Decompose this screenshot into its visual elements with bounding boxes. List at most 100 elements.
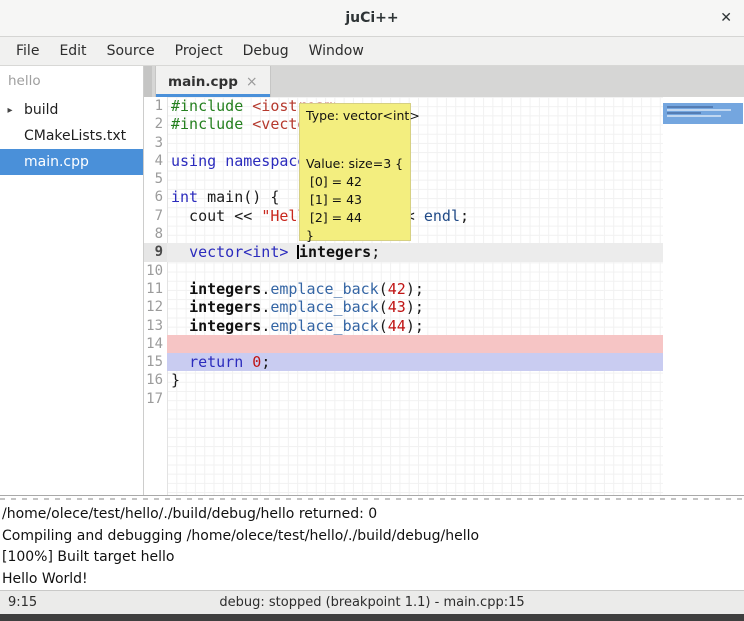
tab-label: main.cpp xyxy=(168,74,238,90)
tooltip-value-line: Value: size=3 { xyxy=(306,155,404,173)
code-token xyxy=(216,152,225,170)
code-line-text: integers.emplace_back(44); xyxy=(167,317,663,335)
tab-close-icon[interactable]: × xyxy=(246,74,258,90)
code-token: integers xyxy=(189,298,261,316)
code-line-text: integers.emplace_back(42); xyxy=(167,280,663,298)
code-token: using xyxy=(171,152,216,170)
expander-icon[interactable]: ▸ xyxy=(2,105,18,116)
line-number[interactable]: 17 xyxy=(144,390,167,408)
app-window: juCi++ ✕ FileEditSourceProjectDebugWindo… xyxy=(0,0,744,621)
code-token: namespace xyxy=(225,152,306,170)
titlebar: juCi++ ✕ xyxy=(0,0,744,37)
code-token: #include xyxy=(171,97,243,115)
main-content: hello ▸build CMakeLists.txt main.cpp main.… xyxy=(0,66,744,495)
code-token xyxy=(243,115,252,133)
line-number[interactable]: 5 xyxy=(144,170,167,188)
menu-item-window[interactable]: Window xyxy=(299,37,374,65)
tabbar: main.cpp × xyxy=(144,66,744,97)
file-tree: ▸build CMakeLists.txt main.cpp xyxy=(0,97,143,175)
code-line[interactable]: 15 return 0; xyxy=(144,353,663,371)
tooltip-value-line: [1] = 43 xyxy=(306,191,404,209)
code-token: main() { xyxy=(198,188,279,206)
line-number[interactable]: 4 xyxy=(144,152,167,170)
tree-item-build[interactable]: ▸build xyxy=(0,97,143,123)
code-line[interactable]: 12 integers.emplace_back(43); xyxy=(144,298,663,316)
project-name: hello xyxy=(0,66,143,95)
terminal-line: /home/olece/test/hello/./build/debug/hel… xyxy=(2,504,742,526)
line-number[interactable]: 12 xyxy=(144,298,167,316)
menu-item-project[interactable]: Project xyxy=(165,37,233,65)
code-token xyxy=(171,353,189,371)
code-token xyxy=(243,353,252,371)
terminal-line: Compiling and debugging /home/olece/test… xyxy=(2,526,742,548)
code-line[interactable]: 17 xyxy=(144,390,663,408)
code-token: ; xyxy=(371,243,380,261)
code-line[interactable]: 13 integers.emplace_back(44); xyxy=(144,317,663,335)
tree-item-label: CMakeLists.txt xyxy=(24,128,126,144)
line-number[interactable]: 16 xyxy=(144,371,167,389)
window-title: juCi++ xyxy=(345,10,398,26)
line-number[interactable]: 14 xyxy=(144,335,167,353)
code-editor[interactable]: 1#include <iostream>2#include <vector>34… xyxy=(144,97,744,495)
line-number[interactable]: 9 xyxy=(144,243,167,261)
line-number[interactable]: 8 xyxy=(144,225,167,243)
code-token: endl xyxy=(424,207,460,225)
menubar: FileEditSourceProjectDebugWindow xyxy=(0,37,744,66)
close-icon[interactable]: ✕ xyxy=(720,0,732,36)
code-token: vector<int> xyxy=(189,243,288,261)
code-token: ( xyxy=(379,317,388,335)
code-line-text xyxy=(167,170,663,188)
project-sidebar: hello ▸build CMakeLists.txt main.cpp xyxy=(0,66,144,495)
menu-item-file[interactable]: File xyxy=(6,37,49,65)
code-line-text: return 0; xyxy=(167,353,663,371)
line-number[interactable]: 10 xyxy=(144,262,167,280)
code-token: ( xyxy=(379,298,388,316)
status-debug-message: debug: stopped (breakpoint 1.1) - main.c… xyxy=(219,595,524,610)
terminal-line: Hello World! xyxy=(2,569,742,591)
code-line[interactable]: 9 vector<int> integers; xyxy=(144,243,663,261)
line-number[interactable]: 11 xyxy=(144,280,167,298)
menu-item-debug[interactable]: Debug xyxy=(233,37,299,65)
code-token xyxy=(288,243,297,261)
line-number[interactable]: 2 xyxy=(144,115,167,133)
terminal-output[interactable]: /home/olece/test/hello/./build/debug/hel… xyxy=(0,501,744,590)
editor-pane: main.cpp × 1#include <iostream>2#include … xyxy=(144,66,744,495)
code-token: emplace_back xyxy=(270,298,378,316)
code-line-text: } xyxy=(167,371,663,389)
code-peek-overlay xyxy=(663,103,743,124)
debug-value-tooltip: Type: vector<int> Value: size=3 { [0] = … xyxy=(299,103,411,241)
menu-item-edit[interactable]: Edit xyxy=(49,37,96,65)
code-line[interactable]: 10 xyxy=(144,262,663,280)
code-token xyxy=(243,97,252,115)
tooltip-value-block: Value: size=3 { [0] = 42 [1] = 43 [2] = … xyxy=(306,155,404,245)
code-token xyxy=(171,243,189,261)
code-token: 42 xyxy=(388,280,406,298)
code-line[interactable]: 14 xyxy=(144,335,663,353)
line-number[interactable]: 3 xyxy=(144,134,167,152)
line-number[interactable]: 7 xyxy=(144,207,167,225)
code-token: #include xyxy=(171,115,243,133)
code-line[interactable]: 16} xyxy=(144,371,663,389)
line-number[interactable]: 1 xyxy=(144,97,167,115)
code-token: integers xyxy=(189,280,261,298)
line-number[interactable]: 6 xyxy=(144,188,167,206)
status-cursor-position: 9:15 xyxy=(8,595,37,610)
line-number[interactable]: 13 xyxy=(144,317,167,335)
code-token: return xyxy=(189,353,243,371)
code-token xyxy=(171,298,189,316)
tree-item-main-cpp[interactable]: main.cpp xyxy=(0,149,143,175)
code-line-text xyxy=(167,390,663,408)
tree-item-cmakelists-txt[interactable]: CMakeLists.txt xyxy=(0,123,143,149)
code-token: ; xyxy=(460,207,469,225)
code-token: int xyxy=(171,188,198,206)
code-line-text: vector<int> integers; xyxy=(167,243,663,261)
code-token xyxy=(171,280,189,298)
tab-main-cpp[interactable]: main.cpp × xyxy=(155,66,271,97)
peek-text-line xyxy=(667,112,701,114)
line-number[interactable]: 15 xyxy=(144,353,167,371)
code-line-text xyxy=(167,335,663,353)
code-token: ( xyxy=(379,280,388,298)
code-line[interactable]: 11 integers.emplace_back(42); xyxy=(144,280,663,298)
menu-item-source[interactable]: Source xyxy=(97,37,165,65)
tooltip-value-line: [0] = 42 xyxy=(306,173,404,191)
